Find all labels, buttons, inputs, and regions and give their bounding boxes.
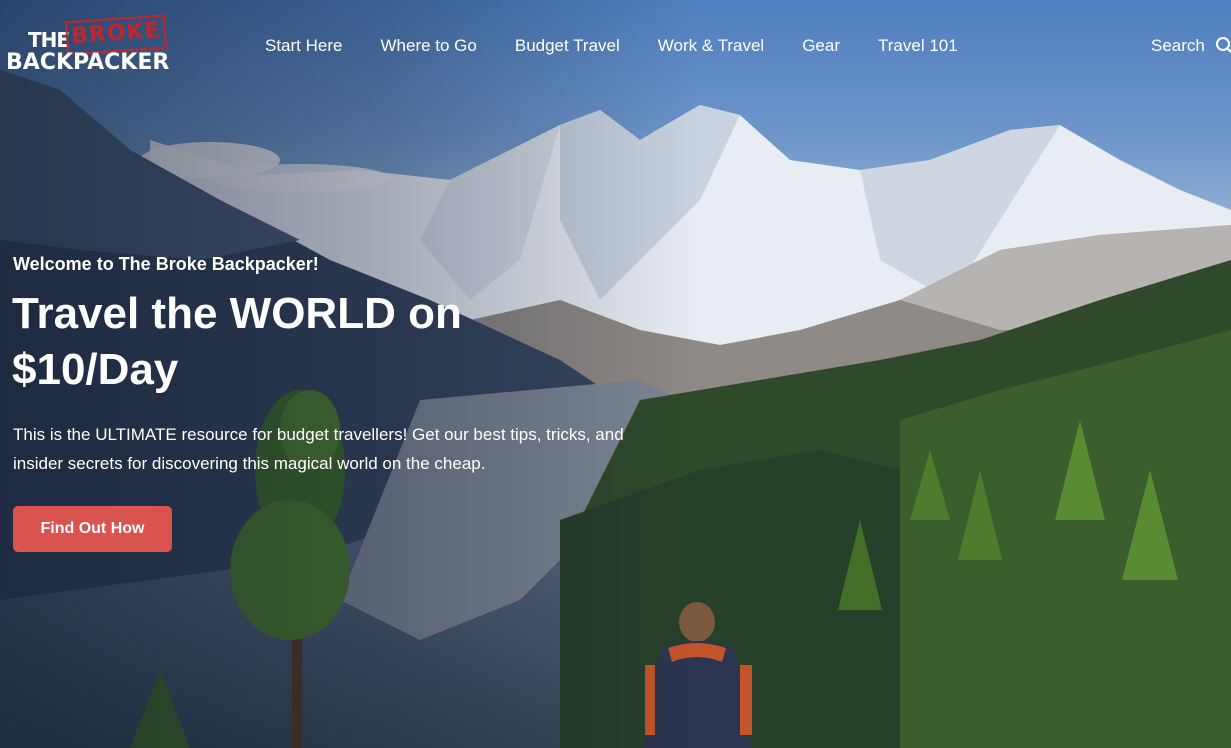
logo-backpacker-text: BACKPACKER [6,50,170,75]
nav-item-gear[interactable]: Gear [802,36,840,56]
hero-intro-text: This is the ULTIMATE resource for budget… [13,425,624,473]
nav-item-budget-travel[interactable]: Budget Travel [515,36,620,56]
hero-headline: Travel the WORLD on $10/Day [12,289,462,394]
welcome-heading: Welcome to The Broke Backpacker! [13,254,319,274]
find-out-how-button[interactable]: Find Out How [13,506,172,552]
logo-the-text: THE [28,28,70,52]
nav-item-travel-101[interactable]: Travel 101 [878,36,958,56]
search-label: Search [1151,36,1205,55]
nav-item-work-travel[interactable]: Work & Travel [658,36,764,56]
nav-item-start-here[interactable]: Start Here [265,36,342,56]
nav-item-where-to-go[interactable]: Where to Go [380,36,476,56]
search-icon[interactable] [1215,36,1231,56]
main-nav: Start Here Where to Go Budget Travel Wor… [265,36,958,56]
site-logo[interactable]: THE BROKE BACKPACKER [6,14,170,78]
search-button[interactable]: Search [1151,36,1231,56]
